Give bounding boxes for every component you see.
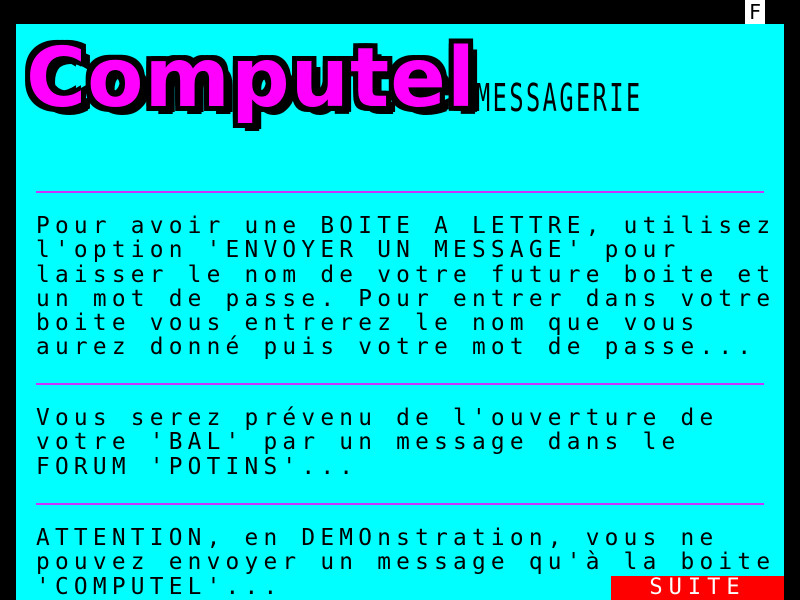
text-line: ATTENTION, en DEMOnstration, vous ne <box>36 525 719 551</box>
minitel-screen: Computel MESSAGERIE Pour avoir une BOITE… <box>16 24 784 600</box>
text-line: FORUM 'POTINS'... <box>36 453 359 480</box>
top-status-bar: F <box>0 0 800 24</box>
text-line: boite vous entrerez le nom que vous <box>36 310 700 337</box>
text-line: pouvez envoyer un message qu'à la boite <box>36 549 776 576</box>
text-line: votre 'BAL' par un message dans le <box>36 429 681 456</box>
text-line: Vous serez prévenu de l'ouverture de <box>36 405 719 431</box>
text-line: l'option 'ENVOYER UN MESSAGE' pour <box>36 237 681 264</box>
text-line: 'COMPUTEL'... <box>36 573 283 600</box>
function-indicator: F <box>745 0 765 24</box>
next-page-button[interactable]: SUITE <box>611 576 784 600</box>
text-line: laisser le nom de votre future boite et <box>36 261 776 288</box>
page-title: MESSAGERIE <box>476 76 643 120</box>
text-line: aurez donné puis votre mot de passe... <box>36 334 757 361</box>
divider <box>36 383 764 385</box>
info-paragraph-notice: Vous serez prévenu de l'ouverture de vot… <box>36 406 784 479</box>
computel-logo: Computel <box>26 38 476 120</box>
divider <box>36 191 764 193</box>
divider <box>36 503 764 505</box>
text-line: un mot de passe. Pour entrer dans votre <box>36 285 776 312</box>
logo-text: Computel <box>26 31 476 126</box>
info-paragraph-mailbox: Pour avoir une BOITE A LETTRE, utilisez … <box>36 214 784 360</box>
text-line: Pour avoir une BOITE A LETTRE, utilisez <box>36 213 776 239</box>
